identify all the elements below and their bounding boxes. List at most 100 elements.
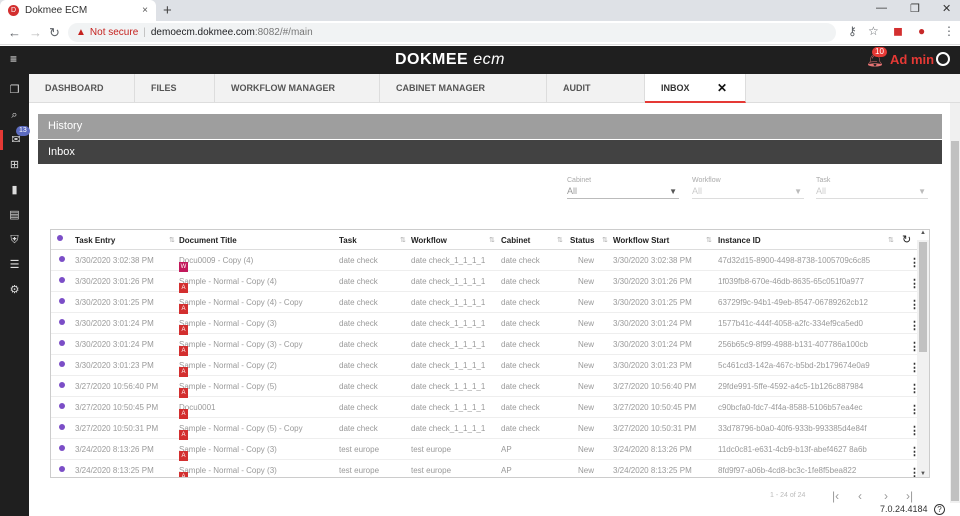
header-workflow[interactable]: Workflow [411,236,447,245]
refresh-icon[interactable]: ↻ [902,233,911,246]
new-tab-button[interactable]: + [163,2,172,19]
table-row[interactable]: 3/27/2020 10:50:45 PM A Docu0001 date check… [51,397,920,419]
row-cabinet: date check [501,298,540,307]
sort-icon[interactable]: ⇅ [602,236,608,244]
header-workflow-start[interactable]: Workflow Start [613,236,669,245]
table-row[interactable]: 3/30/2020 3:01:26 PM A Sample - Normal - C… [51,271,920,293]
header-task-entry[interactable]: Task Entry [75,236,115,245]
sidebar-settings-icon[interactable]: ⚙ [0,280,29,300]
row-document-title[interactable]: A Sample - Normal - Copy (5) - Copy [179,424,303,440]
row-document-title[interactable]: A Sample - Normal - Copy (3) [179,466,277,477]
row-workflow-start: 3/27/2020 10:50:45 PM [613,403,697,412]
first-page-button[interactable]: |‹ [832,489,839,503]
header-instance-id[interactable]: Instance ID [718,236,761,245]
sidebar-cabinet-icon[interactable]: ▮ [0,180,29,200]
sort-icon[interactable]: ⇅ [489,236,495,244]
sidebar-form-icon[interactable]: ▤ [0,205,29,225]
table-row[interactable]: 3/30/2020 3:01:24 PM A Sample - Normal - C… [51,313,920,335]
tab-inbox[interactable]: INBOX ✕ [645,74,746,103]
inbox-section-header[interactable]: Inbox [38,140,942,164]
page-scrollbar[interactable] [950,103,960,503]
page-scrollbar-thumb[interactable] [951,141,959,501]
tab-dashboard[interactable]: DASHBOARD [29,74,135,103]
sidebar-search-icon[interactable]: ⌕ [0,105,29,125]
maximize-button[interactable]: ❐ [910,2,920,15]
window-close-button[interactable]: ✕ [942,2,951,15]
profile-icon[interactable]: ● [918,24,925,38]
cabinet-filter-value[interactable]: All ▼ [567,186,679,199]
task-filter[interactable]: Task All ▼ [816,177,928,205]
sidebar-files-icon[interactable]: ❐ [0,80,29,100]
browser-tab[interactable]: D Dokmee ECM × [0,0,156,21]
sort-icon[interactable]: ⇅ [400,236,406,244]
star-icon[interactable]: ☆ [868,24,879,38]
workflow-filter-value[interactable]: All ▼ [692,186,804,199]
key-icon[interactable]: ⚷ [848,24,857,38]
table-row[interactable]: 3/30/2020 3:01:24 PM A Sample - Normal - C… [51,334,920,356]
workflow-filter[interactable]: Workflow All ▼ [692,177,804,205]
scrollbar-thumb[interactable] [919,242,927,352]
prev-page-button[interactable]: ‹ [858,489,862,503]
row-task-entry: 3/30/2020 3:01:24 PM [75,319,154,328]
menu-dots-icon[interactable]: ⋮ [943,24,955,38]
row-document-title[interactable]: A Sample - Normal - Copy (3) - Copy [179,340,303,356]
sort-icon[interactable]: ⇅ [888,236,894,244]
tab-cabinet-manager[interactable]: CABINET MANAGER [380,74,547,103]
row-instance-id: 11dc0c81-e631-4cb9-b13f-abef4627 8a6b [718,445,867,454]
sidebar-security-icon[interactable]: ⛨ [0,230,29,250]
hamburger-icon[interactable]: ≡ [10,52,17,66]
header-cabinet[interactable]: Cabinet [501,236,530,245]
next-page-button[interactable]: › [884,489,888,503]
row-document-title[interactable]: W Docu0009 - Copy (4) [179,256,253,272]
sort-icon[interactable]: ⇅ [706,236,712,244]
sort-icon[interactable]: ⇅ [169,236,175,244]
table-row[interactable]: 3/30/2020 3:01:25 PM A Sample - Normal - C… [51,292,920,314]
header-status[interactable]: Status [570,236,594,245]
row-document-title[interactable]: A Sample - Normal - Copy (3) [179,445,277,461]
forward-icon[interactable]: → [29,25,42,40]
sidebar-inbox-icon[interactable]: ✉ 13 [0,126,30,150]
reload-icon[interactable]: ↻ [49,25,60,41]
table-row[interactable]: 3/27/2020 10:56:40 PM A Sample - Normal - … [51,376,920,398]
table-row[interactable]: 3/24/2020 8:13:26 PM A Sample - Normal - C… [51,439,920,461]
table-row[interactable]: 3/27/2020 10:50:31 PM A Sample - Normal - … [51,418,920,440]
history-section-header[interactable]: History [38,114,942,139]
tab-files[interactable]: FILES [135,74,215,103]
scroll-up-icon[interactable]: ▲ [920,230,926,236]
row-document-title[interactable]: A Sample - Normal - Copy (4) - Copy [179,298,303,314]
header-document-title[interactable]: Document Title [179,236,237,245]
sidebar-workflow-icon[interactable]: ⊞ [0,155,29,175]
user-avatar-icon[interactable] [936,52,950,66]
table-row[interactable]: 3/30/2020 3:01:23 PM A Sample - Normal - C… [51,355,920,377]
grid-scrollbar[interactable]: ▲ ▼ [917,230,929,477]
row-document-title[interactable]: A Sample - Normal - Copy (5) [179,382,277,398]
url-field[interactable]: ▲ Not secure | demoecm.dokmee.com:8082/#… [68,23,836,42]
table-row[interactable]: 3/24/2020 8:13:25 PM A Sample - Normal - C… [51,460,920,477]
row-document-title[interactable]: A Sample - Normal - Copy (4) [179,277,277,293]
tab-audit[interactable]: AUDIT [547,74,645,103]
help-icon[interactable]: ? [934,504,945,515]
tab-workflow-manager[interactable]: WORKFLOW MANAGER [215,74,380,103]
row-document-title[interactable]: A Docu0001 [179,403,215,419]
app-header: ≡ DOKMEE ecm 🔔︎ 10 Ad min [0,46,960,74]
row-document-title[interactable]: A Sample - Normal - Copy (3) [179,319,277,335]
header-task[interactable]: Task [339,236,357,245]
table-row[interactable]: 3/30/2020 3:02:38 PM W Docu0009 - Copy (4)… [51,250,920,272]
row-task: date check [339,340,378,349]
cabinet-filter[interactable]: Cabinet All ▼ [567,177,679,205]
sort-icon[interactable]: ⇅ [557,236,563,244]
sidebar-list-icon[interactable]: ☰ [0,255,29,275]
extension-shield-icon[interactable]: ◼ [893,24,903,38]
user-name[interactable]: Ad min [890,52,934,67]
task-filter-value[interactable]: All ▼ [816,186,928,199]
back-icon[interactable]: ← [8,25,21,40]
row-document-title[interactable]: A Sample - Normal - Copy (2) [179,361,277,377]
tab-close-icon[interactable]: ✕ [717,74,727,103]
scroll-down-icon[interactable]: ▼ [920,471,926,477]
tab-close-icon[interactable]: × [142,5,148,16]
row-cabinet: date check [501,256,540,265]
minimize-button[interactable]: — [876,2,887,14]
row-task: date check [339,403,378,412]
chevron-down-icon: ▼ [794,187,802,196]
last-page-button[interactable]: ›| [906,489,913,503]
